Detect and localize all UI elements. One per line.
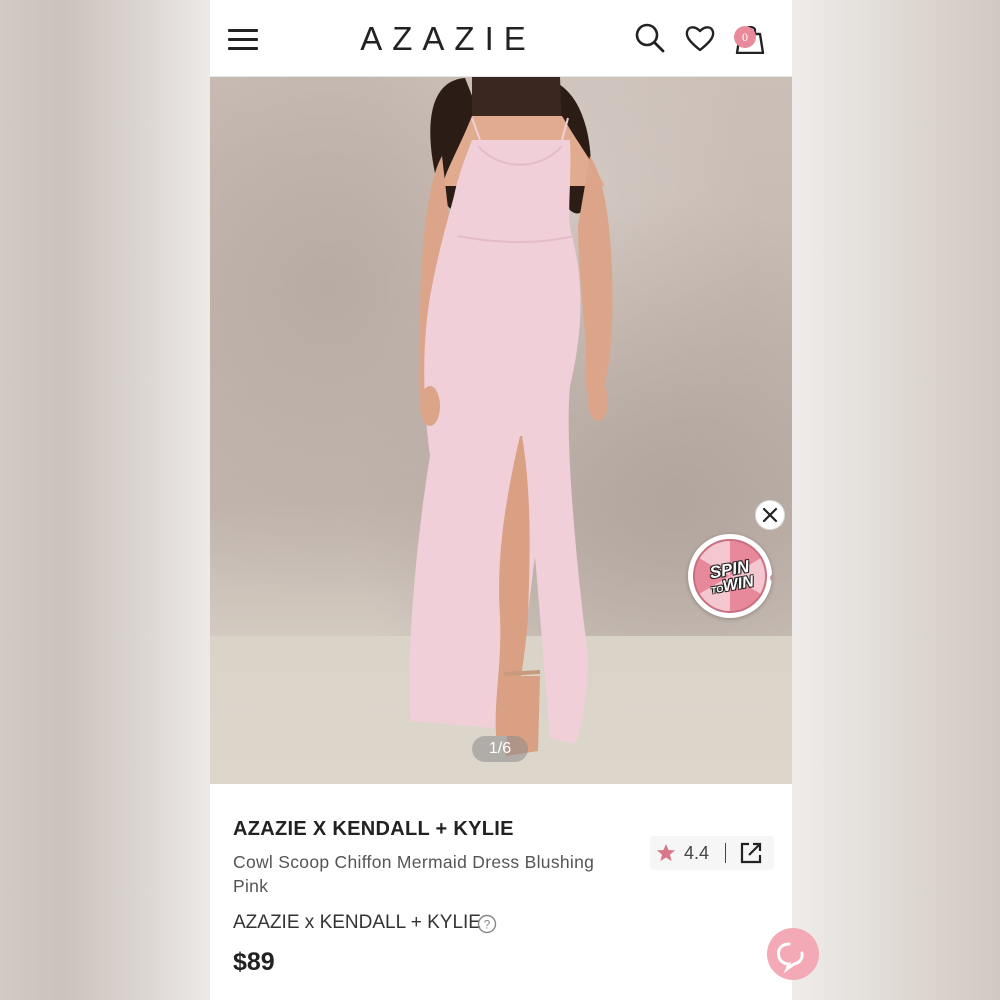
right-background xyxy=(792,0,1000,1000)
product-price: $89 xyxy=(233,948,275,976)
star-icon xyxy=(657,844,675,861)
cart-count-badge: 0 xyxy=(734,26,756,48)
rating-value[interactable]: 4.4 xyxy=(684,843,709,864)
product-info: AZAZIE X KENDALL + KYLIE Cowl Scoop Chif… xyxy=(210,784,792,1000)
brand-logo[interactable]: AZAZIE xyxy=(342,20,554,58)
product-image-gallery[interactable]: 1/6 SPIN TOWIN xyxy=(210,76,792,784)
rating-divider xyxy=(725,843,726,863)
heart-icon[interactable] xyxy=(684,22,716,54)
search-icon[interactable] xyxy=(634,22,666,54)
top-header: AZAZIE 0 xyxy=(210,0,792,77)
svg-text:?: ? xyxy=(484,918,491,932)
slide-counter: 1/6 xyxy=(472,736,528,762)
chat-button[interactable] xyxy=(767,928,819,980)
product-name: Cowl Scoop Chiffon Mermaid Dress Blushin… xyxy=(233,852,595,896)
spin-to-win-button[interactable]: SPIN TOWIN xyxy=(688,534,772,618)
hamburger-menu-icon[interactable] xyxy=(228,27,258,51)
chat-icon xyxy=(777,942,804,974)
left-background xyxy=(0,0,210,1000)
close-icon[interactable] xyxy=(755,500,785,530)
collection-name: AZAZIE x KENDALL + KYLIE xyxy=(233,912,481,933)
share-icon[interactable] xyxy=(739,841,763,865)
rating-box: 4.4 xyxy=(650,836,774,870)
product-brand-title: AZAZIE X KENDALL + KYLIE xyxy=(233,818,514,840)
product-photo xyxy=(409,76,613,756)
question-mark-icon[interactable]: ? xyxy=(477,914,497,934)
mobile-page: AZAZIE 0 1/6 SPIN TOWIN AZAZIE X KENDALL… xyxy=(210,0,792,1000)
